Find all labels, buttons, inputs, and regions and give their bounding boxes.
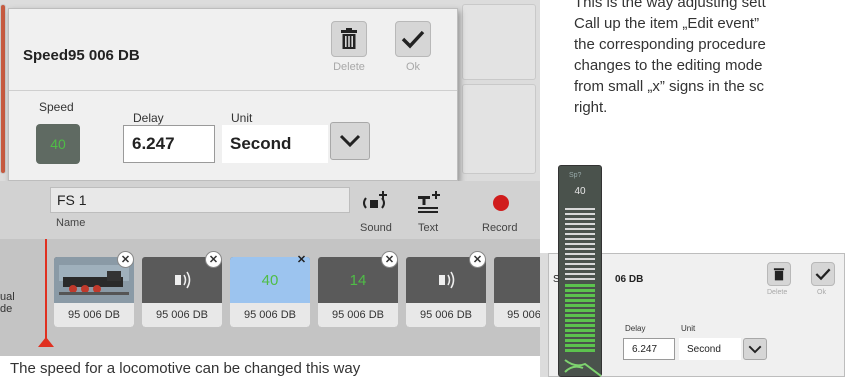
slider-top-label: Sp? bbox=[569, 172, 582, 179]
mini-delay-input[interactable]: 6.247 bbox=[623, 338, 675, 360]
ok-button[interactable] bbox=[395, 21, 431, 57]
record-label: Record bbox=[482, 222, 518, 234]
remove-event-button[interactable]: ✕ bbox=[381, 251, 398, 268]
playhead-line[interactable] bbox=[45, 239, 47, 343]
tile-caption: 95 006 DB bbox=[230, 303, 310, 327]
locomotive-icon bbox=[59, 265, 129, 295]
name-label: Name bbox=[56, 217, 86, 229]
mini-unit-dropdown-button[interactable] bbox=[743, 338, 767, 360]
mini-ok-button[interactable] bbox=[811, 262, 835, 286]
delete-label: Delete bbox=[333, 61, 365, 73]
ok-label: Ok bbox=[405, 61, 421, 73]
dialog-title: Speed95 006 DB bbox=[23, 47, 140, 64]
speed-slider-panel[interactable]: Sp? 40 bbox=[558, 165, 602, 377]
slider-speed-value: 40 bbox=[574, 186, 586, 197]
speed-value: 0 bbox=[494, 257, 541, 303]
cs3-screen: Speed95 006 DB Delete Ok Speed Delay Uni… bbox=[0, 0, 540, 356]
remove-event-button[interactable]: ✕ bbox=[469, 251, 486, 268]
delay-label: Delay bbox=[133, 111, 164, 125]
chevron-down-icon bbox=[748, 345, 762, 353]
side-label: de bbox=[0, 303, 13, 315]
remove-event-button[interactable]: ✕ bbox=[117, 251, 134, 268]
sound-button[interactable] bbox=[358, 187, 392, 219]
manual-line: the corresponding procedure bbox=[574, 36, 766, 53]
chevron-down-icon bbox=[339, 134, 361, 148]
mini-ok-label: Ok bbox=[817, 289, 826, 296]
checkmark-icon bbox=[401, 30, 425, 49]
sound-label: Sound bbox=[360, 222, 392, 234]
tile-caption: 95 006 DB bbox=[54, 303, 134, 327]
sequence-name-bar: FS 1 Name Sound Text Record bbox=[0, 181, 540, 239]
manual-caption: The speed for a locomotive can be change… bbox=[10, 360, 361, 377]
manual-paragraph: This is the way adjusting sett Call up t… bbox=[574, 0, 845, 118]
mini-delete-button[interactable] bbox=[767, 262, 791, 286]
mini-unit-select[interactable]: Second bbox=[679, 338, 741, 360]
mini-delay-label: Delay bbox=[625, 324, 646, 333]
unit-dropdown-button[interactable] bbox=[330, 122, 370, 160]
background-tile bbox=[462, 4, 536, 80]
record-button[interactable] bbox=[484, 187, 518, 219]
name-input[interactable]: FS 1 bbox=[50, 187, 350, 213]
remove-event-button[interactable]: ✕ bbox=[293, 251, 310, 268]
delay-input[interactable]: 6.247 bbox=[123, 125, 215, 163]
background-tile bbox=[462, 84, 536, 174]
manual-line: changes to the editing mode bbox=[574, 57, 763, 74]
manual-line: Call up the item „Edit event” bbox=[574, 15, 760, 32]
trash-icon bbox=[773, 268, 785, 281]
sound-add-icon bbox=[363, 191, 387, 209]
text-add-icon bbox=[418, 191, 440, 213]
finger-pointer-icon bbox=[564, 359, 602, 377]
text-button[interactable] bbox=[412, 187, 446, 219]
background-tile bbox=[0, 4, 6, 174]
playhead-marker[interactable] bbox=[38, 337, 54, 347]
unit-select[interactable]: Second bbox=[222, 125, 328, 163]
dialog-header: Speed95 006 DB Delete Ok bbox=[9, 9, 457, 91]
slider-ticks-green bbox=[565, 284, 595, 352]
tile-caption: 95 006 bbox=[494, 303, 540, 327]
tile-caption: 95 006 DB bbox=[318, 303, 398, 327]
manual-line: right. bbox=[574, 99, 608, 116]
tile-caption: 95 006 DB bbox=[406, 303, 486, 327]
mini-unit-label: Unit bbox=[681, 324, 696, 333]
mini-delete-label: Delete bbox=[767, 289, 788, 296]
remove-event-button[interactable]: ✕ bbox=[205, 251, 222, 268]
manual-line: from small „x” signs in the sc bbox=[574, 78, 765, 95]
timeline-event-tile[interactable]: 0 95 006 bbox=[494, 257, 540, 327]
text-label: Text bbox=[418, 222, 439, 234]
slider-ticks-white bbox=[565, 208, 595, 280]
manual-line: This is the way adjusting sett bbox=[574, 0, 766, 11]
speed-label: Speed bbox=[39, 100, 74, 114]
checkmark-icon bbox=[815, 268, 831, 281]
speed-slider-track[interactable] bbox=[565, 206, 595, 354]
record-icon bbox=[493, 195, 509, 211]
unit-label: Unit bbox=[231, 111, 253, 125]
side-label: ual bbox=[0, 291, 15, 303]
trash-icon bbox=[341, 28, 357, 49]
event-timeline: ual de 95 006 DB ✕ 95 006 DB ✕ 40 95 006… bbox=[0, 239, 540, 356]
delete-button[interactable] bbox=[331, 21, 367, 57]
sound-icon bbox=[175, 271, 191, 289]
mini-title: 06 DB bbox=[615, 274, 644, 285]
speed-value-button[interactable]: 40 bbox=[36, 124, 80, 164]
sound-icon bbox=[439, 271, 455, 289]
tile-caption: 95 006 DB bbox=[142, 303, 222, 327]
